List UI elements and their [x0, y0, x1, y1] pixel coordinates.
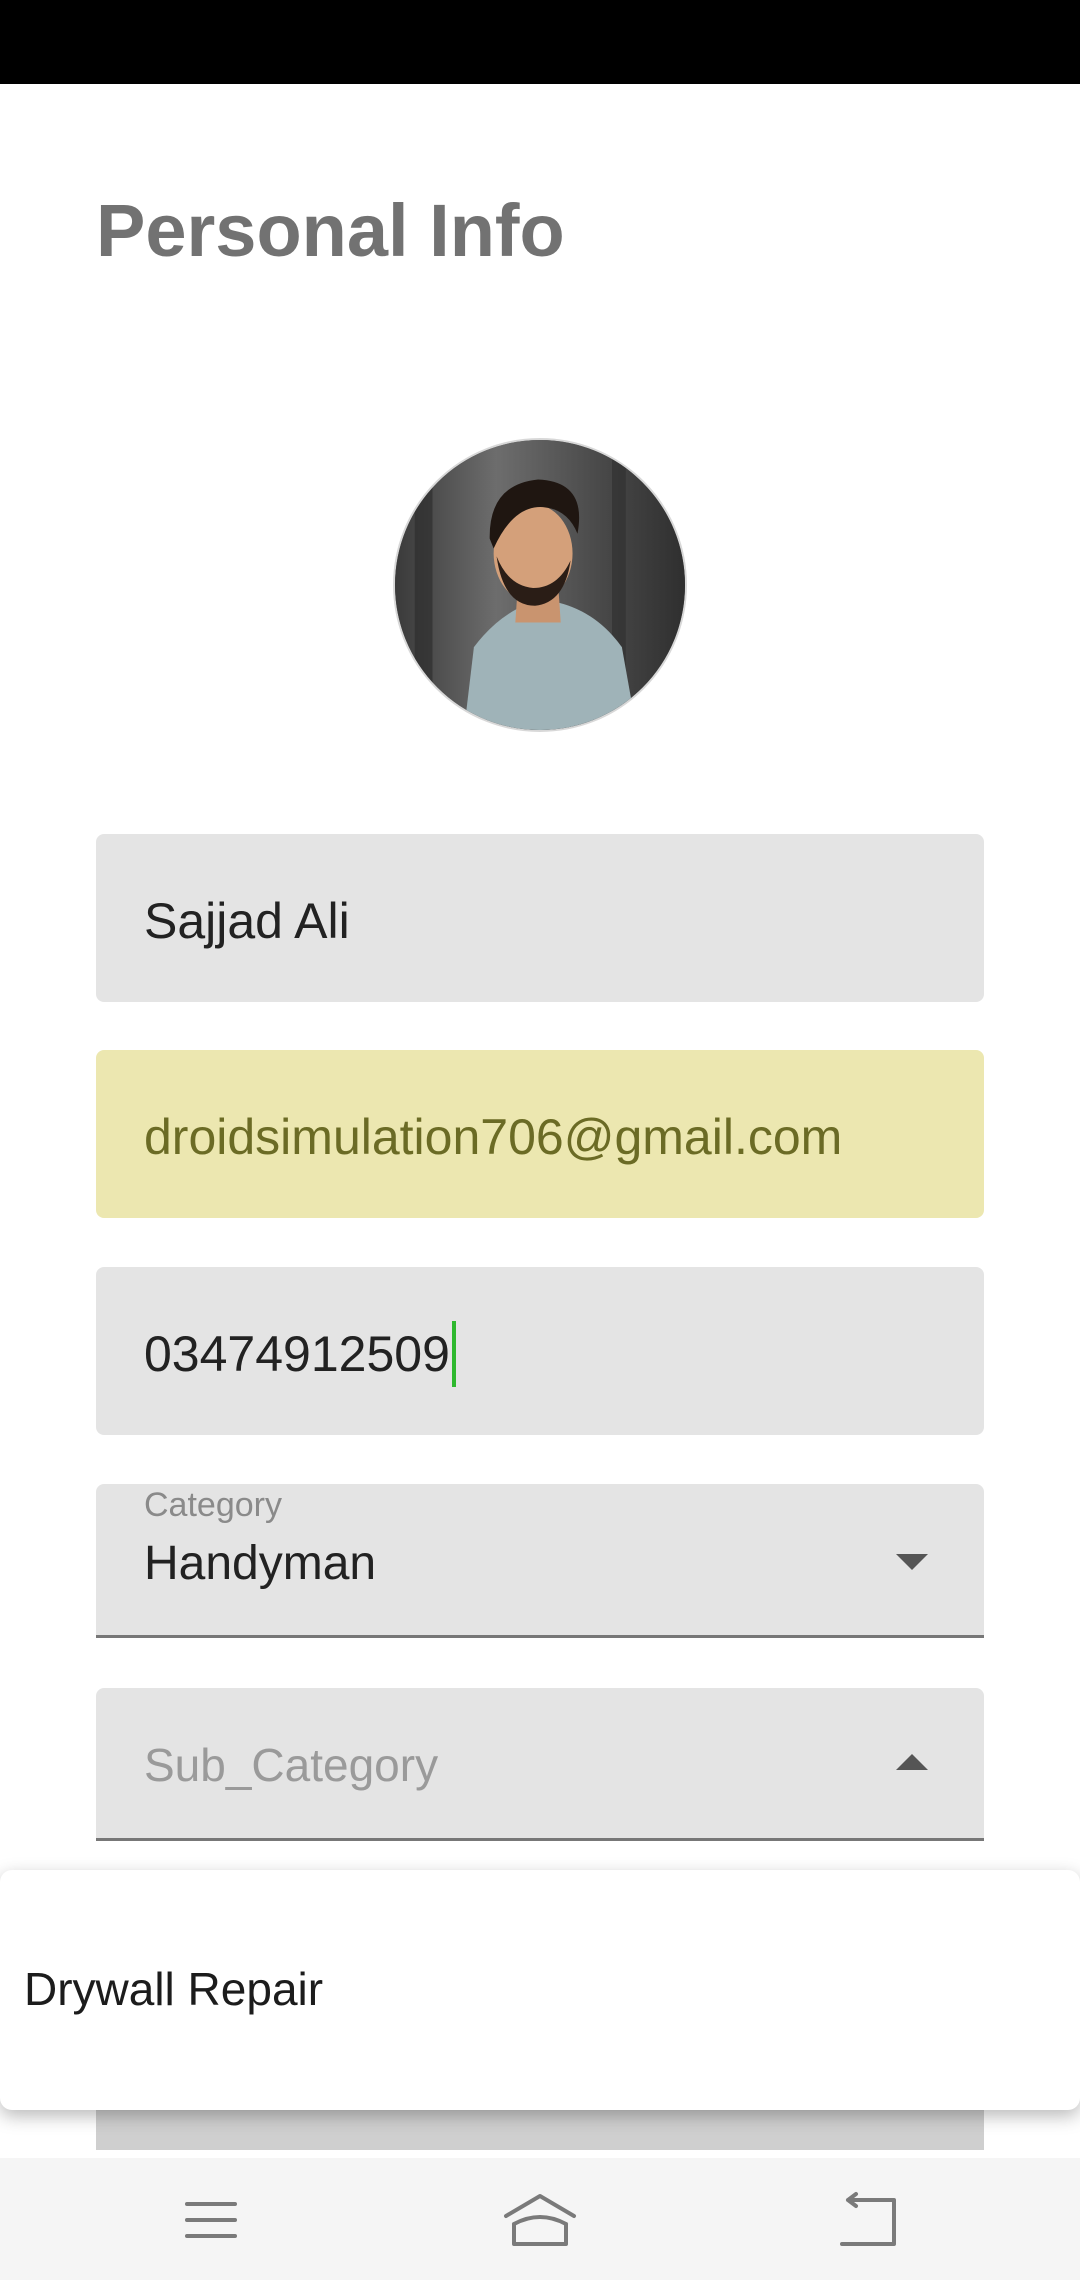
triangle-down-icon — [896, 1554, 928, 1570]
email-field[interactable]: droidsimulation706@gmail.com — [96, 1050, 984, 1218]
profile-photo — [395, 440, 685, 730]
name-value: Sajjad Ali — [144, 893, 350, 949]
category-select[interactable]: Category Handyman — [96, 1484, 984, 1638]
home-icon[interactable] — [500, 2190, 580, 2250]
category-value: Handyman — [144, 1537, 377, 1590]
sub-category-placeholder: Sub_Category — [144, 1739, 439, 1791]
sub-category-select[interactable]: Sub_Category — [96, 1688, 984, 1841]
name-field[interactable]: Sajjad Ali — [96, 834, 984, 1002]
phone-field[interactable]: 03474912509 — [96, 1267, 984, 1435]
page-title: Personal Info — [96, 189, 565, 272]
dropdown-option-drywall-repair[interactable]: Drywall Repair — [24, 1962, 323, 2016]
system-nav-bar — [0, 2158, 1080, 2280]
category-label: Category — [144, 1486, 282, 1524]
text-cursor — [451, 1321, 456, 1387]
status-bar — [0, 0, 1080, 84]
avatar[interactable] — [393, 438, 687, 732]
sub-category-dropdown: Drywall Repair — [0, 1870, 1080, 2110]
triangle-up-icon — [896, 1754, 928, 1770]
back-icon[interactable] — [828, 2190, 908, 2250]
phone-value: 03474912509 — [144, 1326, 450, 1383]
menu-icon[interactable] — [171, 2190, 251, 2250]
field-behind-dropdown — [96, 2110, 984, 2150]
email-value: droidsimulation706@gmail.com — [144, 1109, 843, 1165]
